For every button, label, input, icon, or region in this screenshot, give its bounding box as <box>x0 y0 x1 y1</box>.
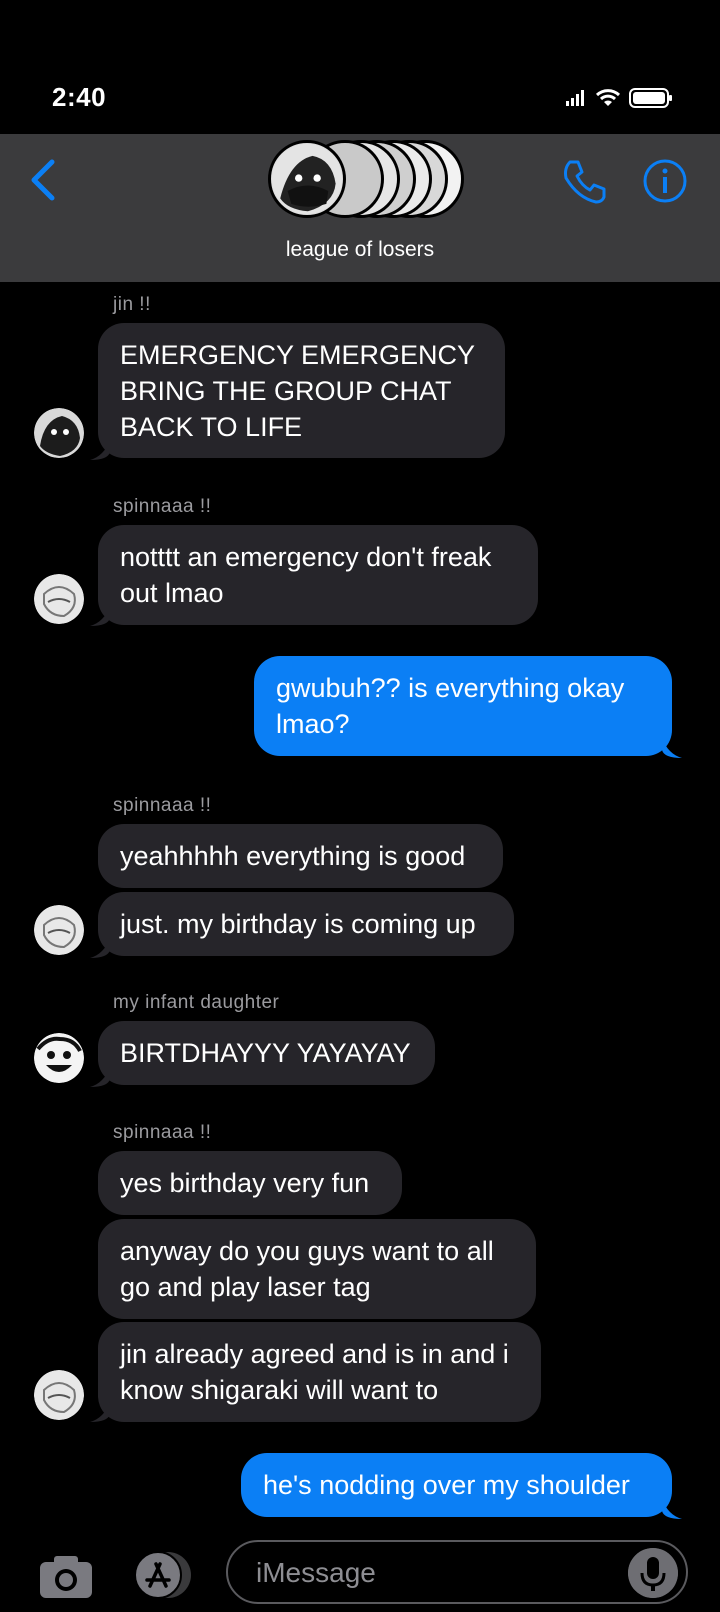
incoming-message[interactable]: just. my birthday is coming up <box>98 892 514 956</box>
jin-avatar[interactable] <box>34 408 84 458</box>
incoming-message[interactable]: anyway do you guys want to all go and pl… <box>98 1219 536 1319</box>
bubble-tail <box>90 606 110 626</box>
battery-icon <box>629 88 672 108</box>
message-input[interactable] <box>254 1552 618 1594</box>
infant-daughter-avatar[interactable] <box>34 1033 84 1083</box>
sender-name: jin !! <box>113 294 151 315</box>
incoming-message[interactable]: yeahhhhh everything is good <box>98 824 503 888</box>
conversation-header: league of losers <box>0 134 720 282</box>
status-bar: 2:40 <box>0 0 720 134</box>
imessage-field[interactable] <box>226 1540 688 1604</box>
outgoing-message[interactable]: he's nodding over my shoulder <box>241 1453 672 1517</box>
group-avatar-stack[interactable] <box>268 140 468 224</box>
camera-icon[interactable] <box>38 1552 94 1600</box>
incoming-message[interactable]: BIRTDHAYYY YAYAYAY <box>98 1021 435 1085</box>
spinnaaa-avatar[interactable] <box>34 574 84 624</box>
member-avatar <box>268 140 346 218</box>
composer-bar <box>0 1536 720 1612</box>
spinnaaa-avatar[interactable] <box>34 905 84 955</box>
outgoing-message[interactable]: gwubuh?? is everything okay lmao? <box>254 656 672 756</box>
bubble-tail <box>90 1067 110 1087</box>
bubble-tail <box>90 1402 110 1422</box>
bubble-tail <box>90 440 110 460</box>
clock: 2:40 <box>52 82 107 112</box>
info-icon[interactable] <box>642 158 688 204</box>
phone-icon[interactable] <box>560 156 610 206</box>
cellular-signal-icon <box>566 90 584 106</box>
sender-name: my infant daughter <box>113 992 280 1013</box>
group-name[interactable]: league of losers <box>0 238 720 262</box>
bubble-tail <box>90 938 110 958</box>
sender-name: spinnaaa !! <box>113 1122 212 1143</box>
microphone-icon[interactable] <box>628 1548 678 1598</box>
incoming-message[interactable]: EMERGENCY EMERGENCY BRING THE GROUP CHAT… <box>98 323 505 458</box>
wifi-icon <box>595 89 621 106</box>
spinnaaa-avatar[interactable] <box>34 1370 84 1420</box>
app-store-icon[interactable] <box>130 1550 194 1600</box>
incoming-message[interactable]: jin already agreed and is in and i know … <box>98 1322 541 1422</box>
sender-name: spinnaaa !! <box>113 795 212 816</box>
incoming-message[interactable]: notttt an emergency don't freak out lmao <box>98 525 538 625</box>
bubble-tail <box>662 738 682 758</box>
sender-name: spinnaaa !! <box>113 496 212 517</box>
back-chevron-icon[interactable] <box>24 156 64 204</box>
bubble-tail <box>662 1499 682 1519</box>
incoming-message[interactable]: yes birthday very fun <box>98 1151 402 1215</box>
